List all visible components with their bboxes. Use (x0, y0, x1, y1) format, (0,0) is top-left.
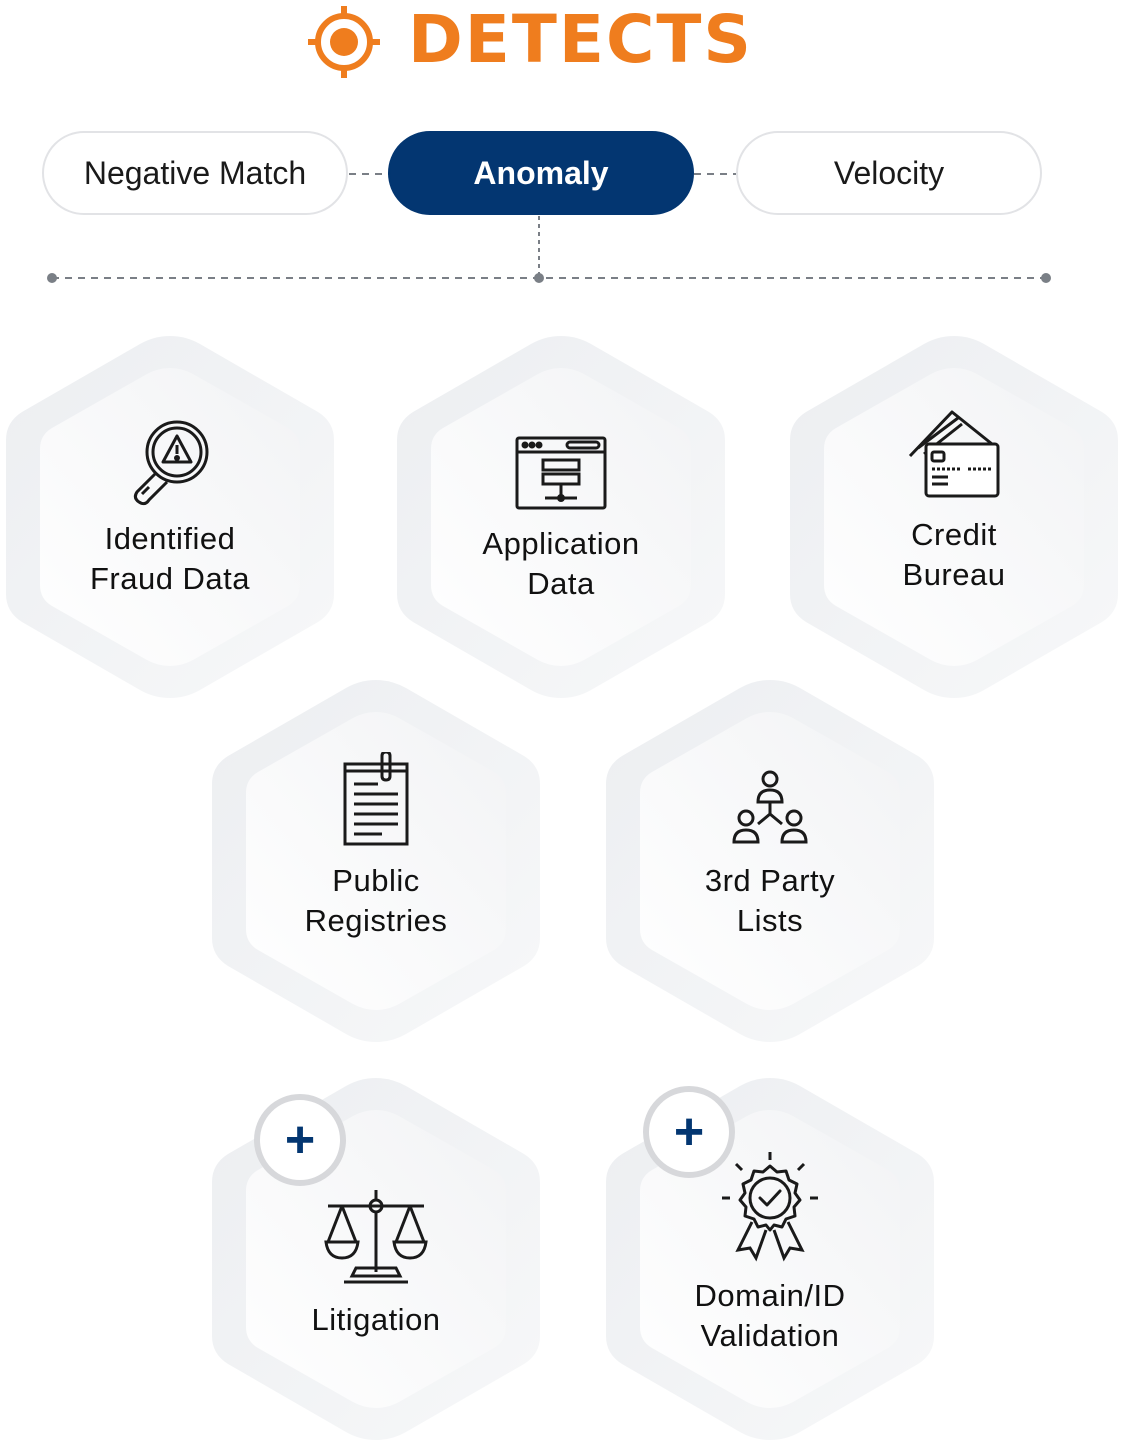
tab-velocity[interactable]: Velocity (736, 131, 1042, 215)
tab-label: Anomaly (473, 154, 609, 191)
tab-label: Velocity (833, 154, 945, 191)
tab-label: Negative Match (83, 154, 307, 191)
source-label: Validation (700, 1318, 840, 1353)
plus-icon: + (284, 1111, 316, 1169)
magnifier-alert-icon (0, 418, 340, 508)
clipboard-document-icon (206, 752, 546, 846)
source-label: Application (482, 526, 640, 561)
source-label: Public (332, 863, 420, 898)
source-3rd-party-lists: 3rd Party Lists (600, 676, 940, 1046)
source-label: Registries (304, 903, 448, 938)
source-label: Identified (104, 521, 236, 556)
source-label: Data (527, 566, 595, 601)
source-public-registries: Public Registries (206, 676, 546, 1046)
source-label: Lists (736, 903, 804, 938)
people-network-icon (600, 770, 940, 844)
source-label: Domain/ID (694, 1278, 846, 1313)
source-label: 3rd Party (704, 863, 836, 898)
source-credit-bureau: Credit Bureau (784, 332, 1124, 702)
plus-icon: + (673, 1103, 705, 1161)
source-identified-fraud-data: Identified Fraud Data (0, 332, 340, 702)
tab-anomaly[interactable]: Anomaly (388, 131, 694, 215)
source-label: Fraud Data (89, 561, 251, 596)
source-label: Bureau (902, 557, 1006, 592)
source-label: Litigation (311, 1302, 441, 1337)
credit-cards-icon (784, 406, 1124, 502)
tab-negative-match[interactable]: Negative Match (42, 131, 348, 215)
source-application-data: Application Data (391, 332, 731, 702)
award-badge-icon (600, 1150, 940, 1262)
scales-icon (206, 1186, 546, 1288)
source-label: Credit (911, 517, 997, 552)
browser-server-icon (391, 436, 731, 510)
add-litigation-button[interactable]: + (254, 1094, 346, 1186)
add-domain-validation-button[interactable]: + (643, 1086, 735, 1178)
